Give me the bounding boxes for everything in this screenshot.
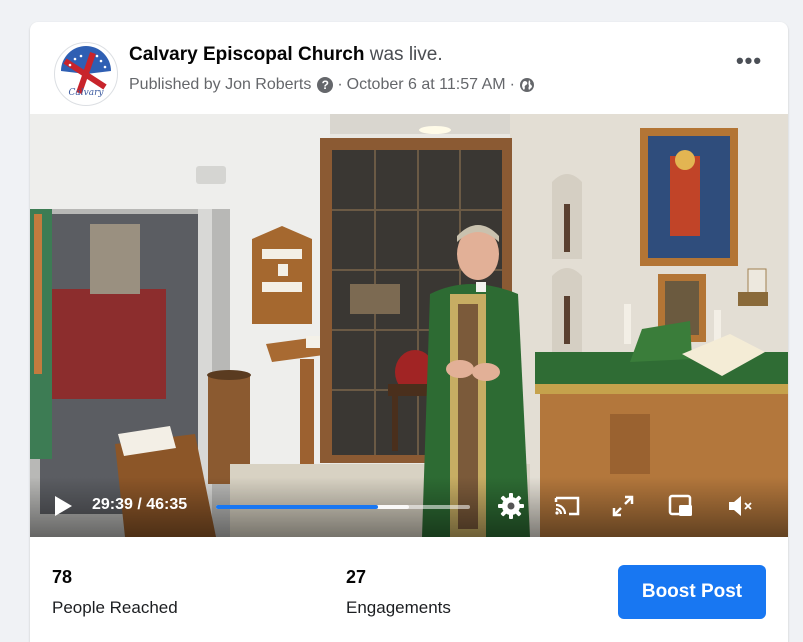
video-player[interactable]: 29:39 / 46:35 — [30, 114, 788, 537]
post-meta: Published by Jon Roberts ? · October 6 a… — [129, 76, 535, 94]
picture-in-picture-icon[interactable] — [666, 491, 696, 521]
fullscreen-icon[interactable] — [608, 491, 638, 521]
avatar-logo-text: Calvary — [69, 88, 105, 98]
post-timestamp[interactable]: October 6 at 11:57 AM — [347, 76, 506, 94]
insights-bar: 78 People Reached 27 Engagements Boost P… — [30, 537, 788, 642]
church-logo-icon: Calvary — [56, 44, 116, 104]
published-by-text: Published by Jon Roberts — [129, 76, 312, 93]
people-reached-value: 78 — [52, 567, 73, 587]
live-status-text: was live. — [369, 44, 443, 65]
people-reached-stat[interactable]: 78 People Reached — [52, 567, 178, 618]
engagements-stat[interactable]: 27 Engagements — [346, 567, 451, 618]
settings-icon[interactable] — [496, 491, 526, 521]
question-icon[interactable]: ? — [317, 77, 334, 93]
play-icon[interactable] — [52, 494, 74, 518]
post-card: Calvary Calvary Episcopal Church was liv… — [30, 22, 788, 642]
more-options-button[interactable]: ••• — [732, 50, 766, 78]
progress-played — [216, 505, 378, 509]
video-controls: 29:39 / 46:35 — [30, 477, 788, 537]
post-header: Calvary Calvary Episcopal Church was liv… — [30, 22, 788, 114]
avatar[interactable]: Calvary — [54, 42, 118, 106]
boost-post-button[interactable]: Boost Post — [618, 565, 766, 619]
video-time: 29:39 / 46:35 — [92, 496, 188, 513]
progress-bar[interactable] — [216, 505, 470, 509]
meta-separator-2: · — [509, 76, 515, 93]
page-name-link[interactable]: Calvary Episcopal Church — [129, 44, 364, 65]
video-frame — [30, 114, 788, 537]
cast-icon[interactable] — [552, 491, 582, 521]
globe-icon — [519, 78, 534, 92]
people-reached-label: People Reached — [52, 598, 178, 617]
engagements-value: 27 — [346, 567, 367, 587]
engagements-label: Engagements — [346, 598, 451, 617]
post-title: Calvary Episcopal Church was live. — [129, 44, 443, 66]
meta-separator: · — [337, 76, 343, 93]
mute-icon[interactable] — [726, 491, 756, 521]
